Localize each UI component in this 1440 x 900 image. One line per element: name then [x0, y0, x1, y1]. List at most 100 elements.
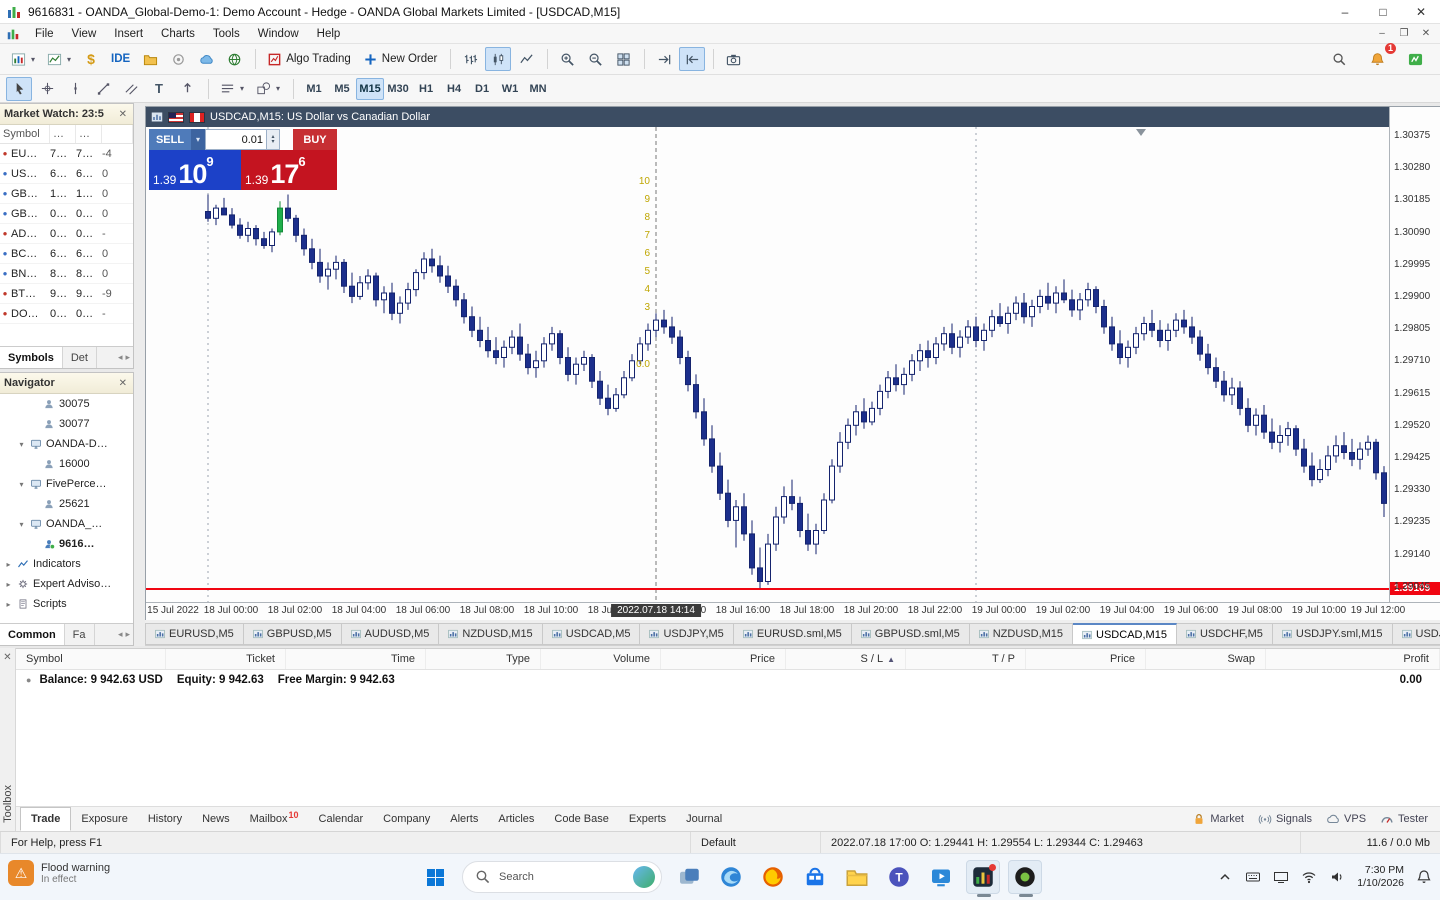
menu-view[interactable]: View: [63, 26, 106, 42]
ask-quote-display[interactable]: 1.39 17 6: [241, 150, 337, 190]
taskbar-edge-button[interactable]: [714, 860, 748, 894]
trade-column-ticket[interactable]: Ticket: [166, 649, 286, 669]
toolbox-tab-trade[interactable]: Trade: [20, 807, 72, 831]
crosshair-tool-button[interactable]: [34, 77, 60, 101]
expand-icon[interactable]: ▸: [4, 560, 13, 569]
toolbox-close-icon[interactable]: ✕: [3, 652, 11, 663]
bid-quote-display[interactable]: 1.39 10 9: [149, 150, 241, 190]
signals-button[interactable]: Signals: [1258, 812, 1312, 826]
chart-tab-usdjpy-sml-m5[interactable]: USDJPY.sml,M5: [1392, 623, 1440, 645]
menu-help[interactable]: Help: [308, 26, 350, 42]
bars-mode-button[interactable]: [457, 47, 483, 71]
new-chart-dropdown-icon[interactable]: ▾: [31, 55, 35, 64]
volume-input[interactable]: 0.01: [205, 129, 267, 150]
market-watch-row[interactable]: ● BT… 9… 9… -9: [0, 284, 133, 304]
toolbox-tab-calendar[interactable]: Calendar: [309, 807, 374, 831]
chart-profile-dropdown-icon[interactable]: ▾: [67, 55, 71, 64]
chart-tab-nzdusd-m15[interactable]: NZDUSD,M15: [439, 623, 543, 645]
timeframe-d1[interactable]: D1: [468, 78, 496, 100]
market-watch-row[interactable]: ● US… 6… 6… 0: [0, 164, 133, 184]
taskbar-metatrader5-button[interactable]: [966, 860, 1000, 897]
navigator-item-oanda-d-[interactable]: ▾ OANDA-D…: [0, 434, 133, 454]
toolbox-tab-alerts[interactable]: Alerts: [440, 807, 488, 831]
trade-column-swap[interactable]: Swap: [1146, 649, 1266, 669]
navigator-item-expert-adviso-[interactable]: ▸ Expert Adviso…: [0, 574, 133, 594]
navigator-close-icon[interactable]: ✕: [117, 378, 129, 389]
candles-mode-button[interactable]: [485, 47, 512, 71]
cast-icon[interactable]: [1273, 869, 1289, 885]
navigator-tab-fa[interactable]: Fa: [65, 624, 95, 645]
price-axis[interactable]: 1.39109 1.30375 1.30280 1.30185 1.30090 1.29…: [1389, 107, 1440, 602]
panel-splitter[interactable]: [134, 103, 145, 646]
volume-icon[interactable]: [1329, 869, 1345, 885]
trade-column-volume[interactable]: Volume: [541, 649, 661, 669]
collapse-icon[interactable]: ▾: [17, 440, 26, 449]
toolbox-tab-exposure[interactable]: Exposure: [71, 807, 137, 831]
channel-tool-button[interactable]: [118, 77, 144, 101]
new-chart-button[interactable]: ▾: [6, 47, 40, 71]
zoom-in-button[interactable]: [554, 47, 580, 71]
trade-column-type[interactable]: Type: [426, 649, 541, 669]
market-watch-row[interactable]: ● BC… 6… 6… 0: [0, 244, 133, 264]
market-watch-row[interactable]: ● GB… 1… 1… 0: [0, 184, 133, 204]
line-mode-button[interactable]: [513, 47, 539, 71]
history-data-button[interactable]: [137, 47, 163, 71]
navigator-item-fiveperce-[interactable]: ▾ FivePerce…: [0, 474, 133, 494]
chart-tab-gbpusd-sml-m5[interactable]: GBPUSD.sml,M5: [851, 623, 970, 645]
toolbox-tab-news[interactable]: News: [192, 807, 240, 831]
tester-button[interactable]: Tester: [1380, 812, 1428, 826]
algo-off-button[interactable]: [165, 47, 191, 71]
chart-tab-usdcad-m15[interactable]: USDCAD,M15: [1073, 623, 1177, 645]
taskbar-firefox-button[interactable]: [756, 860, 790, 894]
toolbox-tab-journal[interactable]: Journal: [676, 807, 732, 831]
screenshot-button[interactable]: [720, 47, 746, 71]
taskbar-search[interactable]: Search: [462, 861, 662, 893]
text-tool-button[interactable]: T: [146, 77, 172, 101]
taskbar-task-view-button[interactable]: [672, 860, 706, 894]
candlestick-chart[interactable]: 10 9 8 7 6 5 4 3 0.0: [146, 127, 1389, 602]
toolbox-vertical-label[interactable]: Toolbox: [2, 785, 14, 823]
market-watch-row[interactable]: ● EU… 7… 7… -4: [0, 144, 133, 164]
buy-button[interactable]: BUY: [293, 129, 337, 150]
notifications-bell-icon[interactable]: [1416, 869, 1432, 885]
menu-tools[interactable]: Tools: [204, 26, 249, 42]
market-watch-row[interactable]: ● GB… 0… 0… 0: [0, 204, 133, 224]
market-watch-tabs-scroll-right-icon[interactable]: ▸: [125, 352, 130, 363]
timeframe-mn[interactable]: MN: [524, 78, 552, 100]
taskbar-store-button[interactable]: [798, 860, 832, 894]
market-watch-row[interactable]: ● DO… 0… 0… -: [0, 304, 133, 324]
market-watch-panel-button[interactable]: $: [78, 47, 104, 71]
navigator-tabs-scroll-left-icon[interactable]: ◂: [118, 629, 123, 640]
trade-column-s-l[interactable]: S / L ▲: [786, 649, 906, 669]
navigator-item-30077[interactable]: 30077: [0, 414, 133, 434]
timeframe-h1[interactable]: H1: [412, 78, 440, 100]
keyboard-icon[interactable]: [1245, 869, 1261, 885]
expand-icon[interactable]: ▸: [4, 580, 13, 589]
timeframe-m15[interactable]: M15: [356, 77, 385, 100]
market-watch-column-2[interactable]: …: [76, 125, 102, 143]
navigator-item-25621[interactable]: 25621: [0, 494, 133, 514]
trade-column-t-p[interactable]: T / P: [906, 649, 1026, 669]
vps-button[interactable]: VPS: [1326, 812, 1366, 826]
toolbox-tab-code-base[interactable]: Code Base: [544, 807, 618, 831]
timeframe-m5[interactable]: M5: [328, 78, 356, 100]
taskbar-movies-tv-button[interactable]: [924, 860, 958, 894]
trendline-tool-button[interactable]: [90, 77, 116, 101]
arrows-tool-button[interactable]: [174, 77, 200, 101]
navigator-tabs-scroll-right-icon[interactable]: ▸: [125, 629, 130, 640]
navigator-item-indicators[interactable]: ▸ Indicators: [0, 554, 133, 574]
market-watch-tabs-scroll-left-icon[interactable]: ◂: [118, 352, 123, 363]
search-button[interactable]: [1326, 47, 1352, 71]
child-restore-button[interactable]: ❐: [1394, 28, 1414, 39]
chart-shift-button[interactable]: [679, 47, 706, 71]
toolbox-tab-mailbox[interactable]: Mailbox 10: [240, 807, 309, 831]
notifications-button[interactable]: 1: [1364, 43, 1396, 71]
start-button[interactable]: [418, 860, 452, 894]
market-watch-tab-det[interactable]: Det: [63, 347, 97, 368]
tray-chevron-icon[interactable]: [1217, 869, 1233, 885]
toolbox-tab-experts[interactable]: Experts: [619, 807, 676, 831]
timeframe-m30[interactable]: M30: [384, 78, 412, 100]
volume-stepper[interactable]: ▴ ▾: [267, 129, 280, 150]
market-watch-close-icon[interactable]: ✕: [117, 109, 129, 120]
chart-tab-audusd-m5[interactable]: AUDUSD,M5: [341, 623, 440, 645]
